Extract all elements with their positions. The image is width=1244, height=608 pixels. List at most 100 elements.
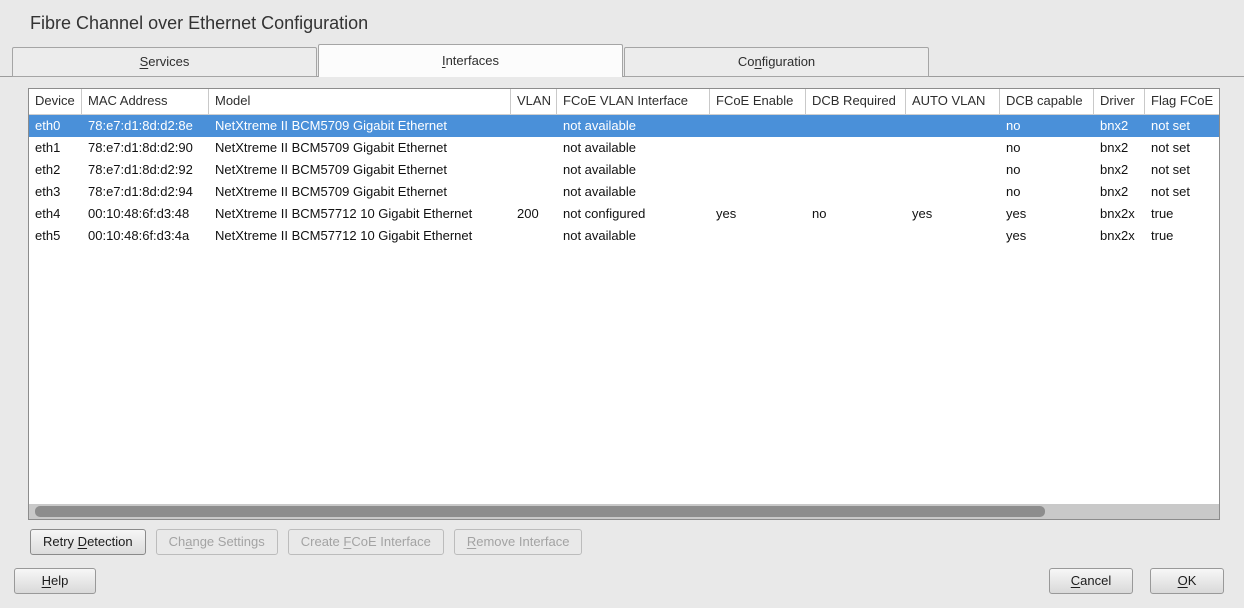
column-header-vlan: VLAN <box>511 89 557 114</box>
tab-interfaces[interactable]: Interfaces <box>318 44 623 77</box>
cell-vlan <box>511 137 557 159</box>
cell-mac-address: 78:e7:d1:8d:d2:94 <box>82 181 209 203</box>
column-header-fcoe-vlan-interface: FCoE VLAN Interface <box>557 89 710 114</box>
cell-fcoe-enable <box>710 225 806 247</box>
column-header-model: Model <box>209 89 511 114</box>
cell-device: eth5 <box>29 225 82 247</box>
cell-driver: bnx2 <box>1094 159 1145 181</box>
cell-flag-fcoe: not set <box>1145 181 1219 203</box>
cell-device: eth0 <box>29 115 82 137</box>
table-body: eth078:e7:d1:8d:d2:8eNetXtreme II BCM570… <box>29 115 1219 247</box>
cell-mac-address: 78:e7:d1:8d:d2:92 <box>82 159 209 181</box>
cell-driver: bnx2x <box>1094 203 1145 225</box>
cell-driver: bnx2x <box>1094 225 1145 247</box>
cell-auto-vlan <box>906 137 1000 159</box>
cell-fcoe-vlan-interface: not available <box>557 181 710 203</box>
cell-mac-address: 00:10:48:6f:d3:4a <box>82 225 209 247</box>
cell-mac-address: 00:10:48:6f:d3:48 <box>82 203 209 225</box>
column-header-mac-address: MAC Address <box>82 89 209 114</box>
cell-dcb-capable: yes <box>1000 225 1094 247</box>
column-header-driver: Driver <box>1094 89 1145 114</box>
cell-model: NetXtreme II BCM5709 Gigabit Ethernet <box>209 115 511 137</box>
cell-fcoe-enable <box>710 137 806 159</box>
ok-button[interactable]: OK <box>1150 568 1224 594</box>
cell-fcoe-enable <box>710 181 806 203</box>
cell-dcb-required <box>806 225 906 247</box>
table-row-eth5[interactable]: eth500:10:48:6f:d3:4aNetXtreme II BCM577… <box>29 225 1219 247</box>
cell-flag-fcoe: true <box>1145 203 1219 225</box>
fcoe-configuration-dialog: Fibre Channel over Ethernet Configuratio… <box>0 0 1244 608</box>
cell-auto-vlan: yes <box>906 203 1000 225</box>
table-header-row: DeviceMAC AddressModelVLANFCoE VLAN Inte… <box>29 89 1219 115</box>
cell-vlan <box>511 181 557 203</box>
cell-dcb-capable: no <box>1000 115 1094 137</box>
cell-fcoe-vlan-interface: not available <box>557 137 710 159</box>
cancel-button[interactable]: Cancel <box>1049 568 1133 594</box>
cell-dcb-required: no <box>806 203 906 225</box>
create-fcoe-interface-button[interactable]: Create FCoE Interface <box>288 529 444 555</box>
cell-auto-vlan <box>906 115 1000 137</box>
cell-driver: bnx2 <box>1094 181 1145 203</box>
cell-fcoe-enable <box>710 115 806 137</box>
cell-mac-address: 78:e7:d1:8d:d2:90 <box>82 137 209 159</box>
column-header-auto-vlan: AUTO VLAN <box>906 89 1000 114</box>
cell-fcoe-vlan-interface: not available <box>557 225 710 247</box>
cell-vlan: 200 <box>511 203 557 225</box>
help-button[interactable]: Help <box>14 568 96 594</box>
column-header-flag-fcoe: Flag FCoE <box>1145 89 1219 114</box>
cell-dcb-capable: no <box>1000 181 1094 203</box>
cell-dcb-capable: no <box>1000 137 1094 159</box>
dialog-title: Fibre Channel over Ethernet Configuratio… <box>30 13 368 34</box>
horizontal-scrollbar-thumb[interactable] <box>35 506 1045 517</box>
cell-vlan <box>511 225 557 247</box>
column-header-dcb-capable: DCB capable <box>1000 89 1094 114</box>
cell-model: NetXtreme II BCM5709 Gigabit Ethernet <box>209 137 511 159</box>
cell-model: NetXtreme II BCM5709 Gigabit Ethernet <box>209 159 511 181</box>
cell-model: NetXtreme II BCM5709 Gigabit Ethernet <box>209 181 511 203</box>
cell-dcb-required <box>806 159 906 181</box>
cell-auto-vlan <box>906 181 1000 203</box>
table-row-eth2[interactable]: eth278:e7:d1:8d:d2:92NetXtreme II BCM570… <box>29 159 1219 181</box>
cell-device: eth2 <box>29 159 82 181</box>
cell-fcoe-vlan-interface: not available <box>557 115 710 137</box>
table-row-eth1[interactable]: eth178:e7:d1:8d:d2:90NetXtreme II BCM570… <box>29 137 1219 159</box>
column-header-device: Device <box>29 89 82 114</box>
cell-dcb-required <box>806 115 906 137</box>
column-header-dcb-required: DCB Required <box>806 89 906 114</box>
change-settings-button[interactable]: Change Settings <box>156 529 278 555</box>
tab-configuration[interactable]: Configuration <box>624 47 929 77</box>
cell-mac-address: 78:e7:d1:8d:d2:8e <box>82 115 209 137</box>
cell-vlan <box>511 159 557 181</box>
cell-flag-fcoe: not set <box>1145 137 1219 159</box>
cell-dcb-required <box>806 181 906 203</box>
horizontal-scrollbar[interactable] <box>29 504 1219 519</box>
table-row-eth0[interactable]: eth078:e7:d1:8d:d2:8eNetXtreme II BCM570… <box>29 115 1219 137</box>
table-row-eth4[interactable]: eth400:10:48:6f:d3:48NetXtreme II BCM577… <box>29 203 1219 225</box>
cell-model: NetXtreme II BCM57712 10 Gigabit Etherne… <box>209 203 511 225</box>
cell-flag-fcoe: not set <box>1145 159 1219 181</box>
cell-vlan <box>511 115 557 137</box>
cell-model: NetXtreme II BCM57712 10 Gigabit Etherne… <box>209 225 511 247</box>
cell-fcoe-enable: yes <box>710 203 806 225</box>
cell-flag-fcoe: not set <box>1145 115 1219 137</box>
remove-interface-button[interactable]: Remove Interface <box>454 529 583 555</box>
cell-dcb-capable: no <box>1000 159 1094 181</box>
cell-fcoe-vlan-interface: not configured <box>557 203 710 225</box>
table-row-eth3[interactable]: eth378:e7:d1:8d:d2:94NetXtreme II BCM570… <box>29 181 1219 203</box>
column-header-fcoe-enable: FCoE Enable <box>710 89 806 114</box>
retry-detection-button[interactable]: Retry Detection <box>30 529 146 555</box>
cell-fcoe-vlan-interface: not available <box>557 159 710 181</box>
cell-auto-vlan <box>906 225 1000 247</box>
cell-dcb-required <box>806 137 906 159</box>
cell-auto-vlan <box>906 159 1000 181</box>
cell-dcb-capable: yes <box>1000 203 1094 225</box>
interfaces-table: DeviceMAC AddressModelVLANFCoE VLAN Inte… <box>28 88 1220 520</box>
cell-device: eth3 <box>29 181 82 203</box>
cell-driver: bnx2 <box>1094 137 1145 159</box>
cell-device: eth4 <box>29 203 82 225</box>
cell-driver: bnx2 <box>1094 115 1145 137</box>
interface-actions: Retry Detection Change Settings Create FCo… <box>30 529 592 555</box>
tab-services[interactable]: Services <box>12 47 317 77</box>
cell-fcoe-enable <box>710 159 806 181</box>
cell-flag-fcoe: true <box>1145 225 1219 247</box>
